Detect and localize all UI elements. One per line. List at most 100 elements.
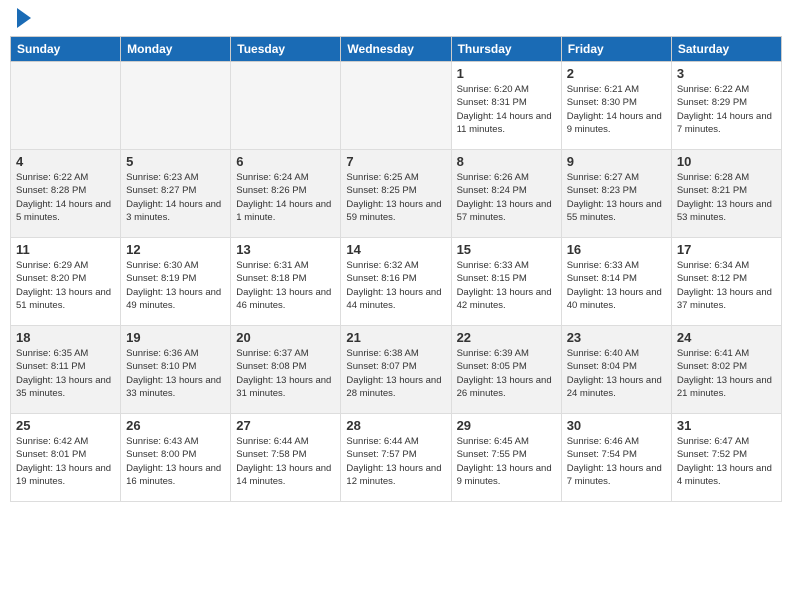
calendar-cell: 30 Sunrise: 6:46 AM Sunset: 7:54 PM Dayli… [561,414,671,502]
day-number: 30 [567,418,666,433]
day-info: Sunrise: 6:42 AM Sunset: 8:01 PM Dayligh… [16,435,115,488]
day-number: 28 [346,418,445,433]
day-of-week-header: Monday [121,37,231,62]
calendar-cell: 23 Sunrise: 6:40 AM Sunset: 8:04 PM Dayli… [561,326,671,414]
calendar-cell: 28Sunrise: 6:44 AM Sunset: 7:57 PM Dayli… [341,414,451,502]
calendar-cell: 8 Sunrise: 6:26 AM Sunset: 8:24 PM Daylig… [451,150,561,238]
day-number: 6 [236,154,335,169]
day-number: 9 [567,154,666,169]
day-info: Sunrise: 6:34 AM Sunset: 8:12 PM Dayligh… [677,259,776,312]
day-number: 23 [567,330,666,345]
day-number: 31 [677,418,776,433]
day-info: Sunrise: 6:41 AM Sunset: 8:02 PM Dayligh… [677,347,776,400]
calendar-cell: 5 Sunrise: 6:23 AM Sunset: 8:27 PM Daylig… [121,150,231,238]
calendar-cell: 18Sunrise: 6:35 AM Sunset: 8:11 PM Dayli… [11,326,121,414]
day-info: Sunrise: 6:32 AM Sunset: 8:16 PM Dayligh… [346,259,445,312]
calendar-cell: 1Sunrise: 6:20 AM Sunset: 8:31 PM Daylig… [451,62,561,150]
day-number: 7 [346,154,445,169]
day-info: Sunrise: 6:33 AM Sunset: 8:15 PM Dayligh… [457,259,556,312]
calendar-cell: 20 Sunrise: 6:37 AM Sunset: 8:08 PM Dayli… [231,326,341,414]
day-number: 10 [677,154,776,169]
day-info: Sunrise: 6:21 AM Sunset: 8:30 PM Dayligh… [567,83,666,136]
day-info: Sunrise: 6:46 AM Sunset: 7:54 PM Dayligh… [567,435,666,488]
day-number: 8 [457,154,556,169]
day-number: 3 [677,66,776,81]
day-number: 18 [16,330,115,345]
day-info: Sunrise: 6:23 AM Sunset: 8:27 PM Dayligh… [126,171,225,224]
calendar-cell: 13 Sunrise: 6:31 AM Sunset: 8:18 PM Dayli… [231,238,341,326]
day-info: Sunrise: 6:31 AM Sunset: 8:18 PM Dayligh… [236,259,335,312]
calendar-cell: 15 Sunrise: 6:33 AM Sunset: 8:15 PM Dayli… [451,238,561,326]
calendar-cell: 14 Sunrise: 6:32 AM Sunset: 8:16 PM Dayli… [341,238,451,326]
day-number: 15 [457,242,556,257]
day-number: 27 [236,418,335,433]
day-info: Sunrise: 6:27 AM Sunset: 8:23 PM Dayligh… [567,171,666,224]
day-number: 13 [236,242,335,257]
calendar-cell [341,62,451,150]
day-number: 14 [346,242,445,257]
day-number: 12 [126,242,225,257]
day-info: Sunrise: 6:43 AM Sunset: 8:00 PM Dayligh… [126,435,225,488]
day-info: Sunrise: 6:33 AM Sunset: 8:14 PM Dayligh… [567,259,666,312]
day-info: Sunrise: 6:40 AM Sunset: 8:04 PM Dayligh… [567,347,666,400]
day-info: Sunrise: 6:30 AM Sunset: 8:19 PM Dayligh… [126,259,225,312]
calendar-cell: 2 Sunrise: 6:21 AM Sunset: 8:30 PM Daylig… [561,62,671,150]
day-number: 25 [16,418,115,433]
calendar-cell: 17 Sunrise: 6:34 AM Sunset: 8:12 PM Dayli… [671,238,781,326]
calendar-cell: 3 Sunrise: 6:22 AM Sunset: 8:29 PM Daylig… [671,62,781,150]
day-number: 26 [126,418,225,433]
day-info: Sunrise: 6:25 AM Sunset: 8:25 PM Dayligh… [346,171,445,224]
calendar-cell [11,62,121,150]
calendar-cell: 22Sunrise: 6:39 AM Sunset: 8:05 PM Dayli… [451,326,561,414]
calendar-cell: 31 Sunrise: 6:47 AM Sunset: 7:52 PM Dayli… [671,414,781,502]
calendar-cell: 27 Sunrise: 6:44 AM Sunset: 7:58 PM Dayli… [231,414,341,502]
calendar-cell: 9 Sunrise: 6:27 AM Sunset: 8:23 PM Daylig… [561,150,671,238]
day-number: 24 [677,330,776,345]
calendar-cell: 19 Sunrise: 6:36 AM Sunset: 8:10 PM Dayli… [121,326,231,414]
day-info: Sunrise: 6:45 AM Sunset: 7:55 PM Dayligh… [457,435,556,488]
calendar-cell: 16Sunrise: 6:33 AM Sunset: 8:14 PM Dayli… [561,238,671,326]
day-number: 29 [457,418,556,433]
calendar-table: SundayMondayTuesdayWednesdayThursdayFrid… [10,36,782,502]
day-info: Sunrise: 6:29 AM Sunset: 8:20 PM Dayligh… [16,259,115,312]
calendar-cell: 21 Sunrise: 6:38 AM Sunset: 8:07 PM Dayli… [341,326,451,414]
calendar-cell: 24 Sunrise: 6:41 AM Sunset: 8:02 PM Dayli… [671,326,781,414]
day-of-week-header: Tuesday [231,37,341,62]
calendar-cell: 10 Sunrise: 6:28 AM Sunset: 8:21 PM Dayli… [671,150,781,238]
day-info: Sunrise: 6:44 AM Sunset: 7:58 PM Dayligh… [236,435,335,488]
day-of-week-header: Sunday [11,37,121,62]
day-info: Sunrise: 6:36 AM Sunset: 8:10 PM Dayligh… [126,347,225,400]
day-number: 2 [567,66,666,81]
calendar-cell: 25 Sunrise: 6:42 AM Sunset: 8:01 PM Dayli… [11,414,121,502]
day-number: 11 [16,242,115,257]
calendar-cell [121,62,231,150]
day-info: Sunrise: 6:39 AM Sunset: 8:05 PM Dayligh… [457,347,556,400]
day-of-week-header: Saturday [671,37,781,62]
logo [10,10,31,28]
day-number: 1 [457,66,556,81]
day-info: Sunrise: 6:22 AM Sunset: 8:29 PM Dayligh… [677,83,776,136]
page-header [10,10,782,28]
calendar-cell: 26 Sunrise: 6:43 AM Sunset: 8:00 PM Dayli… [121,414,231,502]
day-of-week-header: Thursday [451,37,561,62]
day-info: Sunrise: 6:22 AM Sunset: 8:28 PM Dayligh… [16,171,115,224]
day-of-week-header: Wednesday [341,37,451,62]
day-info: Sunrise: 6:24 AM Sunset: 8:26 PM Dayligh… [236,171,335,224]
day-info: Sunrise: 6:26 AM Sunset: 8:24 PM Dayligh… [457,171,556,224]
day-number: 20 [236,330,335,345]
logo-arrow-icon [17,8,31,28]
day-info: Sunrise: 6:37 AM Sunset: 8:08 PM Dayligh… [236,347,335,400]
day-number: 19 [126,330,225,345]
day-number: 21 [346,330,445,345]
day-info: Sunrise: 6:38 AM Sunset: 8:07 PM Dayligh… [346,347,445,400]
day-number: 5 [126,154,225,169]
day-of-week-header: Friday [561,37,671,62]
calendar-cell: 7 Sunrise: 6:25 AM Sunset: 8:25 PM Daylig… [341,150,451,238]
calendar-cell: 29 Sunrise: 6:45 AM Sunset: 7:55 PM Dayli… [451,414,561,502]
day-info: Sunrise: 6:47 AM Sunset: 7:52 PM Dayligh… [677,435,776,488]
calendar-cell: 11 Sunrise: 6:29 AM Sunset: 8:20 PM Dayli… [11,238,121,326]
calendar-cell [231,62,341,150]
day-number: 17 [677,242,776,257]
day-number: 4 [16,154,115,169]
day-info: Sunrise: 6:28 AM Sunset: 8:21 PM Dayligh… [677,171,776,224]
